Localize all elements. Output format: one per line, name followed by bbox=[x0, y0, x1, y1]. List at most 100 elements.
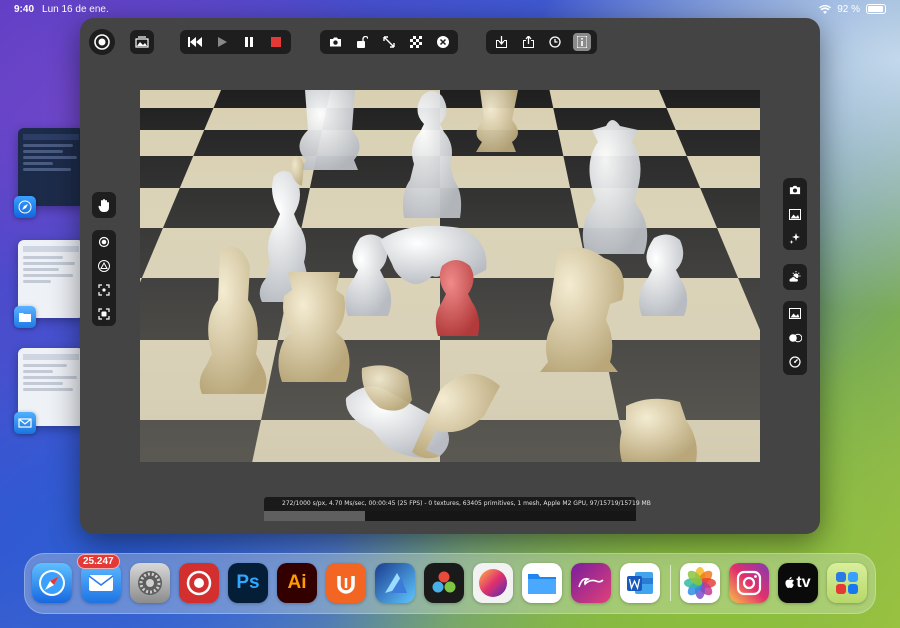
folder-icon bbox=[528, 574, 556, 594]
focus-tool-button[interactable] bbox=[95, 283, 113, 298]
apple-tv-label: tv bbox=[796, 574, 811, 591]
camera-button[interactable] bbox=[326, 33, 344, 51]
dock-illustrator[interactable]: Ai bbox=[277, 563, 317, 603]
dock-ulysses[interactable] bbox=[326, 563, 366, 603]
render-settings-button[interactable] bbox=[786, 355, 804, 370]
safari-window-thumbnail[interactable] bbox=[18, 128, 84, 206]
render-progress-fill bbox=[264, 511, 366, 521]
dock-instagram[interactable] bbox=[729, 563, 769, 603]
export-button[interactable] bbox=[519, 33, 537, 51]
dock-photos[interactable] bbox=[680, 563, 720, 603]
app-folder-icon bbox=[836, 572, 858, 594]
instagram-camera-icon bbox=[736, 570, 762, 596]
first-frame-button[interactable] bbox=[186, 33, 204, 51]
pause-button[interactable] bbox=[240, 33, 258, 51]
dock-octane[interactable] bbox=[473, 563, 513, 603]
unlock-icon bbox=[356, 36, 368, 48]
dock-settings[interactable] bbox=[130, 563, 170, 603]
material-button[interactable] bbox=[786, 330, 804, 345]
clock-icon bbox=[549, 36, 561, 48]
triangle-tool-button[interactable] bbox=[95, 259, 113, 274]
illustrator-label: Ai bbox=[287, 572, 307, 593]
background-button[interactable] bbox=[786, 306, 804, 321]
status-date: Lun 16 de ene. bbox=[42, 3, 109, 15]
play-button[interactable] bbox=[213, 33, 231, 51]
safari-mini-icon[interactable] bbox=[14, 196, 36, 218]
first-frame-icon bbox=[188, 37, 202, 47]
dock-affinity-designer[interactable] bbox=[375, 563, 415, 603]
close-view-button[interactable] bbox=[434, 33, 452, 51]
resolve-petals-icon bbox=[432, 571, 456, 593]
image-button[interactable] bbox=[786, 207, 804, 222]
lock-button[interactable] bbox=[353, 33, 371, 51]
dock-apple-tv[interactable]: tv bbox=[778, 563, 818, 603]
snapshot-button[interactable] bbox=[786, 183, 804, 198]
safari-compass-icon bbox=[39, 570, 65, 596]
render-app-window: 272/1000 s/px, 4.70 Ms/sec, 00:00:45 (25… bbox=[80, 18, 820, 534]
camera-icon bbox=[789, 186, 801, 195]
status-time: 9:40 bbox=[14, 3, 35, 15]
gear-icon bbox=[138, 571, 162, 595]
envelope-icon bbox=[88, 575, 114, 591]
export-icon bbox=[522, 36, 534, 48]
dock: 25.247 Ps Ai tv bbox=[24, 553, 876, 614]
chess-render-image bbox=[140, 90, 760, 462]
file-toolbar bbox=[486, 30, 597, 54]
focus-icon bbox=[98, 284, 110, 296]
sun-cloud-icon bbox=[788, 271, 801, 283]
butterfly-u-icon bbox=[337, 576, 355, 594]
view-toolbar bbox=[320, 30, 458, 54]
playback-toolbar bbox=[180, 30, 291, 54]
triangle-icon bbox=[98, 260, 110, 273]
stop-button[interactable] bbox=[267, 33, 285, 51]
app-logo-icon bbox=[94, 34, 110, 50]
hand-icon bbox=[98, 198, 109, 212]
status-right: 92 % bbox=[819, 4, 886, 15]
dock-davinci-resolve[interactable] bbox=[424, 563, 464, 603]
render-progress-bar bbox=[264, 511, 636, 521]
mail-mini-icon[interactable] bbox=[14, 412, 36, 434]
affinity-triangle-icon bbox=[385, 573, 407, 593]
import-button[interactable] bbox=[492, 33, 510, 51]
dock-word[interactable] bbox=[620, 563, 660, 603]
landscape-icon bbox=[789, 308, 801, 320]
dock-separator bbox=[670, 565, 671, 601]
expand-icon bbox=[383, 36, 395, 48]
dock-mail[interactable]: 25.247 bbox=[77, 554, 121, 603]
sun-target-button[interactable] bbox=[95, 235, 113, 250]
dock-fender[interactable] bbox=[571, 563, 611, 603]
left-tool-group bbox=[92, 230, 116, 326]
app-logo-button[interactable] bbox=[89, 29, 115, 55]
hand-tool-button[interactable] bbox=[95, 196, 113, 214]
import-icon bbox=[495, 36, 507, 48]
close-circle-icon bbox=[437, 36, 449, 48]
gauge-icon bbox=[789, 356, 801, 368]
environment-group bbox=[783, 264, 807, 290]
gradient-sphere-icon bbox=[479, 569, 507, 597]
dock-safari[interactable] bbox=[32, 563, 72, 603]
dock-folder[interactable] bbox=[827, 563, 867, 603]
region-tool-button[interactable] bbox=[95, 306, 113, 321]
dock-files[interactable] bbox=[522, 563, 562, 603]
image-gallery-icon bbox=[135, 36, 149, 48]
dock-procreate-dreams[interactable] bbox=[179, 563, 219, 603]
mail-badge: 25.247 bbox=[77, 554, 120, 569]
render-stats-text: 272/1000 s/px, 4.70 Ms/sec, 00:00:45 (25… bbox=[282, 500, 651, 507]
checkerboard-button[interactable] bbox=[407, 33, 425, 51]
gallery-button[interactable] bbox=[130, 30, 154, 54]
files-mini-icon[interactable] bbox=[14, 306, 36, 328]
right-settings-group bbox=[783, 301, 807, 375]
dock-photoshop[interactable]: Ps bbox=[228, 563, 268, 603]
fender-logo-icon bbox=[578, 577, 604, 588]
effects-button[interactable] bbox=[786, 230, 804, 245]
expand-button[interactable] bbox=[380, 33, 398, 51]
render-viewport[interactable] bbox=[140, 90, 760, 462]
wifi-icon bbox=[819, 4, 832, 14]
record-circle-icon bbox=[186, 570, 212, 596]
history-button[interactable] bbox=[546, 33, 564, 51]
environment-button[interactable] bbox=[786, 268, 804, 286]
render-stats-bar: 272/1000 s/px, 4.70 Ms/sec, 00:00:45 (25… bbox=[264, 497, 651, 521]
camera-icon bbox=[329, 37, 341, 47]
photos-flower-icon bbox=[684, 567, 716, 599]
info-button[interactable] bbox=[573, 33, 591, 51]
